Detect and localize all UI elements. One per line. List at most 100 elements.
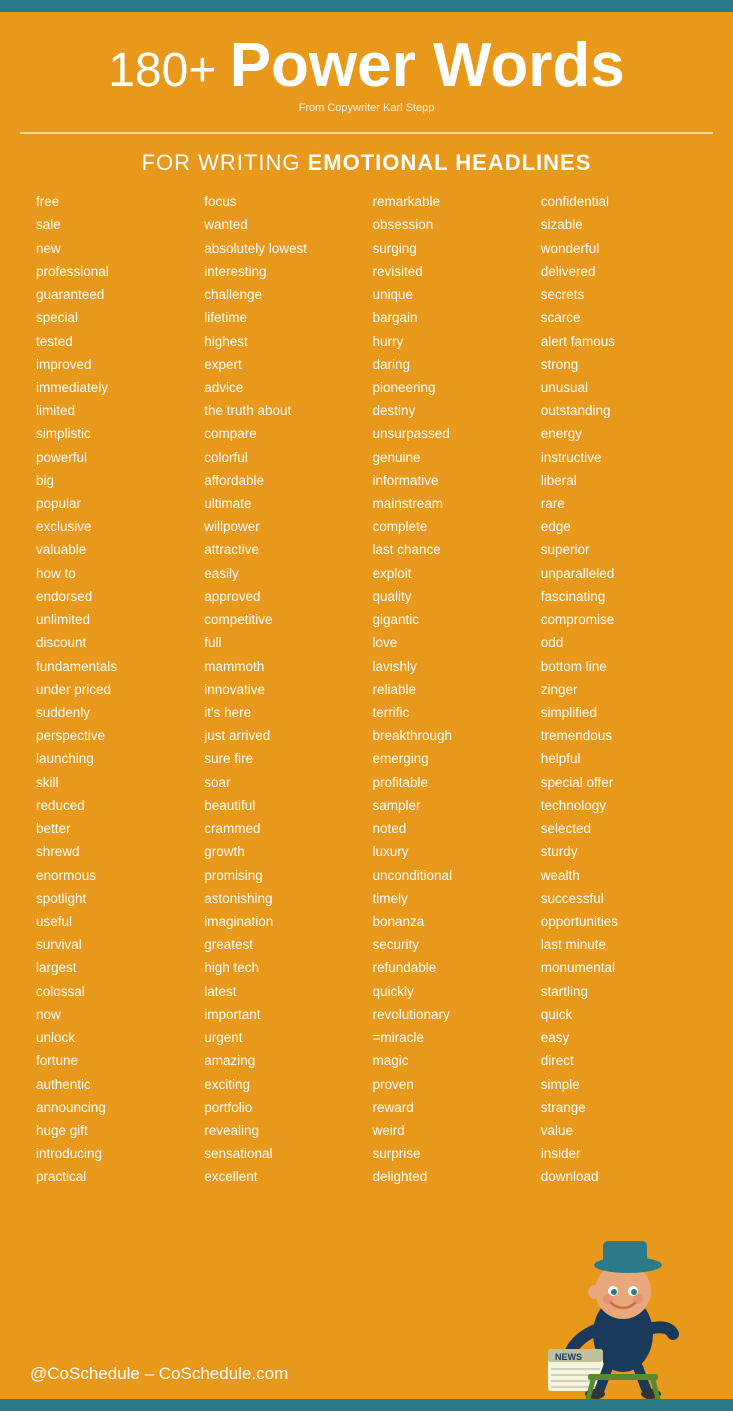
word-item: quickly [373, 980, 529, 1003]
word-item: focus [204, 190, 360, 213]
word-item: sampler [373, 794, 529, 817]
word-item: security [373, 933, 529, 956]
word-item: startling [541, 980, 697, 1003]
word-item: latest [204, 980, 360, 1003]
word-item: alert famous [541, 330, 697, 353]
word-item: lavishly [373, 655, 529, 678]
word-item: terrific [373, 701, 529, 724]
word-item: reliable [373, 678, 529, 701]
word-item: growth [204, 840, 360, 863]
word-item: breakthrough [373, 724, 529, 747]
word-item: quick [541, 1003, 697, 1026]
word-item: revisited [373, 260, 529, 283]
main-title: 180+ Power Words [20, 32, 713, 100]
word-item: insider [541, 1142, 697, 1165]
word-item: spotlight [36, 887, 192, 910]
character-illustration: NEWS [543, 1219, 703, 1399]
word-item: proven [373, 1073, 529, 1096]
word-item: unusual [541, 376, 697, 399]
word-item: huge gift [36, 1119, 192, 1142]
word-item: powerful [36, 446, 192, 469]
word-item: remarkable [373, 190, 529, 213]
word-item: magic [373, 1049, 529, 1072]
word-item: delighted [373, 1165, 529, 1188]
word-item: crammed [204, 817, 360, 840]
word-item: amazing [204, 1049, 360, 1072]
word-item: sure fire [204, 747, 360, 770]
word-item: new [36, 237, 192, 260]
word-item: survival [36, 933, 192, 956]
word-item: important [204, 1003, 360, 1026]
word-item: obsession [373, 213, 529, 236]
word-item: surging [373, 237, 529, 260]
word-item: unlimited [36, 608, 192, 631]
word-item: introducing [36, 1142, 192, 1165]
header: 180+ Power Words From Copywriter Karl St… [0, 12, 733, 124]
word-item: portfolio [204, 1096, 360, 1119]
word-item: selected [541, 817, 697, 840]
word-item: profitable [373, 771, 529, 794]
attribution: From Copywriter Karl Stepp [20, 102, 713, 114]
word-item: noted [373, 817, 529, 840]
word-item: fortune [36, 1049, 192, 1072]
word-item: imagination [204, 910, 360, 933]
word-item: instructive [541, 446, 697, 469]
word-item: affordable [204, 469, 360, 492]
word-item: enormous [36, 864, 192, 887]
word-item: last minute [541, 933, 697, 956]
word-item: immediately [36, 376, 192, 399]
word-item: approved [204, 585, 360, 608]
word-item: highest [204, 330, 360, 353]
word-item: value [541, 1119, 697, 1142]
word-item: announcing [36, 1096, 192, 1119]
word-item: improved [36, 353, 192, 376]
word-item: fundamentals [36, 655, 192, 678]
word-item: expert [204, 353, 360, 376]
word-item: practical [36, 1165, 192, 1188]
word-item: colorful [204, 446, 360, 469]
word-item: genuine [373, 446, 529, 469]
word-item: revealing [204, 1119, 360, 1142]
word-item: special offer [541, 771, 697, 794]
footer-text: @CoSchedule – CoSchedule.com [30, 1364, 288, 1399]
word-item: simplistic [36, 422, 192, 445]
character-svg: NEWS [543, 1219, 703, 1399]
word-item: hurry [373, 330, 529, 353]
subheading-bold: EMOTIONAL HEADLINES [308, 150, 592, 175]
word-item: urgent [204, 1026, 360, 1049]
top-bar [0, 0, 733, 12]
word-item: simple [541, 1073, 697, 1096]
word-item: popular [36, 492, 192, 515]
word-item: how to [36, 562, 192, 585]
word-item: skill [36, 771, 192, 794]
word-item: colossal [36, 980, 192, 1003]
word-item: bargain [373, 306, 529, 329]
word-item: lifetime [204, 306, 360, 329]
word-item: free [36, 190, 192, 213]
word-item: destiny [373, 399, 529, 422]
word-item: reward [373, 1096, 529, 1119]
word-item: love [373, 631, 529, 654]
word-item: limited [36, 399, 192, 422]
word-item: now [36, 1003, 192, 1026]
word-item: the truth about [204, 399, 360, 422]
title-main: Power Words [230, 31, 625, 100]
word-item: largest [36, 956, 192, 979]
word-item: guaranteed [36, 283, 192, 306]
bottom-bar [0, 1399, 733, 1411]
word-item: absolutely lowest [204, 237, 360, 260]
word-item: challenge [204, 283, 360, 306]
word-item: competitive [204, 608, 360, 631]
word-item: exclusive [36, 515, 192, 538]
word-item: luxury [373, 840, 529, 863]
word-item: simplified [541, 701, 697, 724]
word-item: special [36, 306, 192, 329]
word-item: better [36, 817, 192, 840]
word-item: launching [36, 747, 192, 770]
word-item: superior [541, 538, 697, 561]
word-item: willpower [204, 515, 360, 538]
word-item: sensational [204, 1142, 360, 1165]
word-item: helpful [541, 747, 697, 770]
word-item: scarce [541, 306, 697, 329]
word-item: wanted [204, 213, 360, 236]
